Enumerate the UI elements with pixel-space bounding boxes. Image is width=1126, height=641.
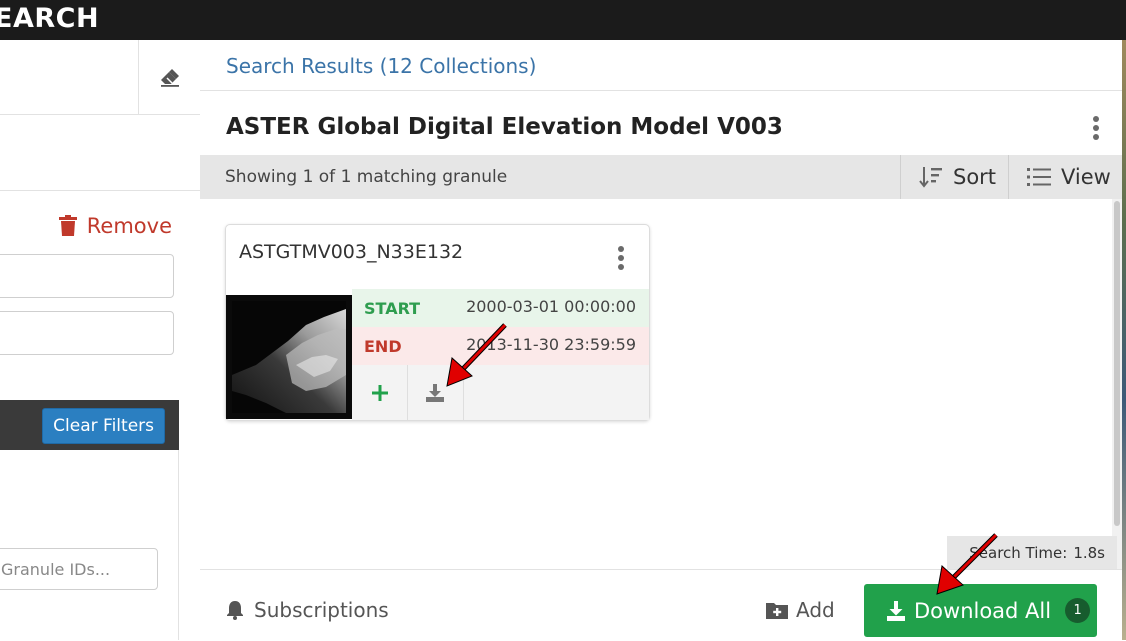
results-scrollbar[interactable] (1112, 199, 1122, 570)
collection-menu-kebab-icon[interactable] (1092, 116, 1100, 140)
remove-label: Remove (86, 214, 172, 238)
download-count-badge: 1 (1065, 598, 1091, 623)
clear-filters-button[interactable]: Clear Filters (42, 408, 165, 444)
spatial-field-1[interactable] (0, 254, 174, 298)
plus-icon (371, 384, 388, 401)
results-panel: Search Results (12 Collections) ASTER Gl… (200, 40, 1122, 641)
map-background[interactable] (1122, 40, 1126, 640)
add-project-button[interactable]: Add (766, 598, 835, 622)
scrollbar-thumb[interactable] (1114, 201, 1120, 526)
subscriptions-button[interactable]: Subscriptions (226, 598, 389, 622)
search-time: Search Time: 1.8s (947, 536, 1117, 569)
list-icon (1027, 168, 1051, 186)
sort-label: Sort (953, 165, 997, 189)
results-footer: Subscriptions Add Download All 1 (200, 569, 1122, 641)
search-time-value: 1.8s (1073, 543, 1105, 562)
remove-button[interactable]: Remove (58, 214, 172, 238)
add-granule-button[interactable] (352, 365, 408, 420)
download-all-label: Download All (914, 598, 1052, 623)
search-row (0, 40, 200, 115)
add-label: Add (796, 598, 835, 622)
granule-thumbnail (226, 295, 352, 419)
filters-body (0, 450, 179, 640)
sort-button[interactable]: Sort (900, 155, 1008, 199)
view-button[interactable]: View (1008, 155, 1122, 199)
spatial-field-2[interactable] (0, 311, 174, 355)
subscriptions-label: Subscriptions (254, 598, 389, 622)
app-brand: EARCH (0, 3, 100, 34)
top-bar: EARCH (0, 0, 1126, 40)
granule-ids-input[interactable]: Granule IDs... (0, 548, 158, 590)
download-all-button[interactable]: Download All 1 (864, 584, 1097, 637)
end-label: END (364, 337, 402, 356)
start-label: START (364, 299, 421, 318)
folder-plus-icon (766, 603, 788, 619)
granule-end-row: END 2013-11-30 23:59:59 (352, 327, 649, 365)
start-value: 2000-03-01 00:00:00 (466, 297, 636, 316)
granule-toolbar: Showing 1 of 1 matching granule Sort Vie… (200, 155, 1122, 199)
left-sidebar: Remove Clear Filters Granule IDs... (0, 40, 201, 640)
granule-menu-kebab-icon[interactable] (617, 246, 625, 270)
granule-card[interactable]: ASTGTMV003_N33E132 START 2000-03-01 00:0… (225, 224, 650, 421)
eraser-icon (161, 69, 179, 87)
granule-actions (352, 365, 649, 420)
search-time-label: Search Time: (969, 543, 1068, 562)
bell-icon (227, 601, 243, 620)
search-results-link[interactable]: Search Results (12 Collections) (226, 54, 536, 78)
granule-name: ASTGTMV003_N33E132 (239, 241, 464, 263)
spatial-row (0, 115, 200, 191)
showing-count: Showing 1 of 1 matching granule (225, 167, 508, 187)
granule-start-row: START 2000-03-01 00:00:00 (352, 289, 649, 327)
view-label: View (1061, 165, 1111, 189)
trash-icon (58, 215, 77, 236)
download-granule-button[interactable] (407, 365, 464, 420)
download-icon (887, 600, 905, 621)
clear-search-button[interactable] (138, 40, 201, 114)
end-value: 2013-11-30 23:59:59 (466, 335, 636, 354)
collection-title: ASTER Global Digital Elevation Model V00… (226, 114, 783, 140)
filters-header: Clear Filters (0, 400, 179, 450)
sort-icon (919, 167, 942, 188)
download-icon (426, 383, 444, 402)
divider (200, 90, 1122, 91)
